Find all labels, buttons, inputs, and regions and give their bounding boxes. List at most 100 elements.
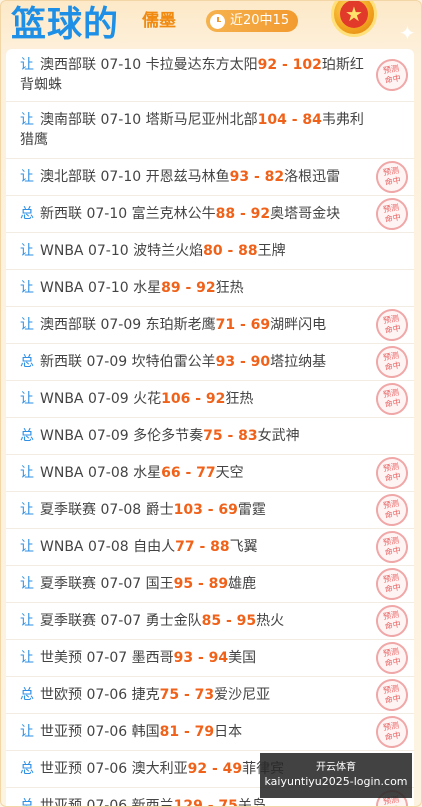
list-item[interactable]: 让夏季联赛 07-07 国王95 - 89雄鹿 预测 命中 <box>6 565 414 603</box>
score-separator: - <box>222 428 239 444</box>
away-team: 塔拉纳基 <box>270 354 327 370</box>
stamp-line2: 命中 <box>384 360 402 373</box>
away-score: 92 <box>250 206 271 222</box>
list-item[interactable]: 总新西联 07-09 坎特伯雷公羊93 - 90塔拉纳基 预测 命中 <box>6 343 414 381</box>
stamp-line2: 命中 <box>384 73 402 86</box>
match-date: 07-10 <box>86 206 128 222</box>
away-team: 狂热 <box>225 391 254 407</box>
list-item[interactable]: 让 WNBA 07-10 波特兰火焰80 - 88王牌 <box>6 233 414 270</box>
home-score: 75 <box>203 428 223 444</box>
bet-type: 让 <box>20 502 34 518</box>
home-team: 墨西哥 <box>131 650 174 666</box>
home-team: 波特兰火焰 <box>133 243 204 259</box>
away-team: 洛根迅雷 <box>284 169 341 185</box>
away-team: 女武神 <box>257 428 300 444</box>
match-date: 07-08 <box>100 502 142 518</box>
away-team: 奥塔哥金块 <box>270 206 341 222</box>
list-item[interactable]: 总世欧预 07-06 捷克75 - 73爱沙尼亚 预测 命中 <box>6 676 414 714</box>
list-item[interactable]: 总 WNBA 07-09 多伦多节奏75 - 83女武神 <box>6 418 414 455</box>
league: 新西联 <box>40 206 82 222</box>
home-team: 捷克 <box>131 687 160 703</box>
match-date: 07-07 <box>100 613 142 629</box>
match-date: 07-07 <box>86 650 128 666</box>
list-item[interactable]: 让世美预 07-07 墨西哥93 - 94美国 预测 命中 <box>6 639 414 677</box>
list-item[interactable]: 让夏季联赛 07-08 爵士103 - 69雷霆 预测 命中 <box>6 491 414 529</box>
away-team: 美国 <box>228 650 257 666</box>
league: 澳西部联 <box>40 57 96 73</box>
list-item[interactable]: 让澳西部联 07-09 东珀斯老鹰71 - 69湖畔闪电 预测 命中 <box>6 306 414 344</box>
match-date: 07-10 <box>100 57 142 73</box>
home-score: 93 <box>215 354 236 370</box>
list-item[interactable]: 让 WNBA 07-10 水星89 - 92狂热 <box>6 270 414 307</box>
home-team: 塔斯马尼亚州北部 <box>145 112 258 128</box>
stamp-line2: 命中 <box>384 582 402 595</box>
away-team: 日本 <box>214 724 243 740</box>
score-separator: - <box>235 206 251 222</box>
home-team: 水星 <box>133 465 162 481</box>
home-team: 卡拉曼达东方太阳 <box>145 57 258 73</box>
league: 澳南部联 <box>40 112 96 128</box>
list-item[interactable]: 让 WNBA 07-09 火花106 - 92狂热 预测 命中 <box>6 380 414 418</box>
list-item[interactable]: 让夏季联赛 07-07 勇士金队85 - 95热火 预测 命中 <box>6 602 414 640</box>
score-separator: - <box>193 576 209 592</box>
league: 夏季联赛 <box>40 576 96 592</box>
home-score: 80 <box>203 243 223 259</box>
score-separator: - <box>235 317 251 333</box>
bet-type: 总 <box>20 687 34 703</box>
score-separator: - <box>194 539 211 555</box>
hit-stamp-icon: 预测命中 <box>373 343 411 381</box>
score-separator: - <box>202 502 219 518</box>
league: 澳北部联 <box>40 169 96 185</box>
list-item[interactable]: 让澳北部联 07-10 开恩兹马林鱼93 - 82洛根迅雷 预测 命中 <box>6 158 414 196</box>
score-separator: - <box>286 112 303 128</box>
bet-type: 总 <box>20 798 34 807</box>
bet-type: 让 <box>20 465 34 481</box>
league: WNBA <box>40 280 84 296</box>
away-team: 狂热 <box>215 280 244 296</box>
clock-icon <box>210 13 225 29</box>
match-date: 07-08 <box>87 465 129 481</box>
hit-stamp-icon: 预测命中 <box>373 639 411 677</box>
stamp-line2: 命中 <box>384 730 402 743</box>
away-team: 王牌 <box>257 243 286 259</box>
hit-stamp-icon: 预测命中 <box>373 713 411 751</box>
home-score: 92 <box>257 57 278 73</box>
sparkle-icon: ✦ <box>399 21 416 45</box>
stamp-line2: 命中 <box>384 508 402 521</box>
watermark-line2: kaiyuntiyu2025-login.com <box>264 775 408 788</box>
list-item[interactable]: 总新西联 07-10 富兰克林公牛88 - 92奥塔哥金块 预测 命中 <box>6 195 414 233</box>
away-team: 爱沙尼亚 <box>214 687 271 703</box>
bet-type: 让 <box>20 576 34 592</box>
home-team: 坎特伯雷公羊 <box>131 354 216 370</box>
away-score: 95 <box>236 613 257 629</box>
hit-stamp-icon: 预测命中 <box>373 491 411 529</box>
hit-stamp-icon: 预测命中 <box>373 195 411 233</box>
list-item[interactable]: 让澳西部联 07-10 卡拉曼达东方太阳92 - 102珀斯红背蜘蛛 预测 命中 <box>6 49 414 102</box>
prediction-list: 让澳西部联 07-10 卡拉曼达东方太阳92 - 102珀斯红背蜘蛛 预测 命中让澳… <box>6 49 414 807</box>
prediction-page: 篮球的 儒墨 近20中15 ★ ✦ 让澳西部联 07-10 卡拉曼达东方太阳92… <box>0 0 422 807</box>
list-item[interactable]: 让澳南部联 07-10 塔斯马尼亚州北部104 - 84韦弗利猎鹰 <box>6 102 414 159</box>
list-item[interactable]: 让世亚预 07-06 韩国81 - 79日本 预测 命中 <box>6 713 414 751</box>
list-item[interactable]: 让 WNBA 07-08 水星66 - 77天空 预测 命中 <box>6 454 414 492</box>
stamp-line2: 命中 <box>384 693 402 706</box>
list-item[interactable]: 让 WNBA 07-08 自由人77 - 88飞翼 预测 命中 <box>6 528 414 566</box>
hit-stamp-icon: 预测命中 <box>373 56 411 94</box>
away-score: 92 <box>205 391 226 407</box>
bet-type: 让 <box>20 169 34 185</box>
away-score: 75 <box>218 798 238 807</box>
hit-stamp-icon: 预测命中 <box>373 380 411 418</box>
away-score: 92 <box>196 280 216 296</box>
away-score: 69 <box>250 317 271 333</box>
match-date: 07-06 <box>86 724 128 740</box>
away-score: 83 <box>238 428 258 444</box>
hit-stamp-icon: 预测命中 <box>373 602 411 640</box>
expert-name[interactable]: 儒墨 <box>142 11 176 31</box>
home-team: 新西兰 <box>131 798 174 807</box>
away-score: 88 <box>210 539 230 555</box>
bet-type: 让 <box>20 280 34 296</box>
away-team: 关岛 <box>237 798 266 807</box>
home-score: 81 <box>159 724 180 740</box>
away-team: 雷霆 <box>237 502 266 518</box>
home-team: 富兰克林公牛 <box>131 206 216 222</box>
watermark-line1: 开云体育 <box>316 762 356 773</box>
